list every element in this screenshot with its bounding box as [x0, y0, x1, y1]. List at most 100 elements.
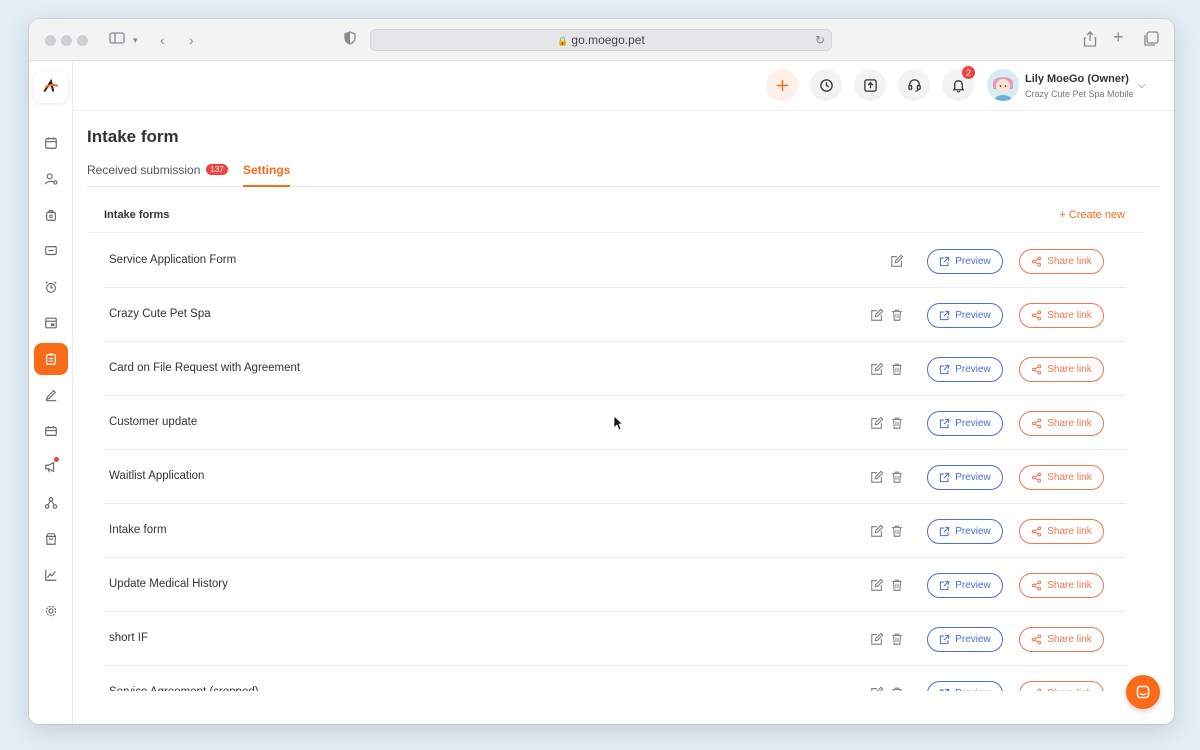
chat-launcher-button[interactable] — [1126, 675, 1160, 709]
form-name: Service Agreement (cropped) — [109, 686, 259, 691]
preview-button[interactable]: Preview — [927, 249, 1003, 274]
chart-line-icon — [45, 569, 57, 581]
sidebar-item-marketing[interactable] — [34, 451, 68, 483]
sidebar-item-agreements[interactable] — [34, 379, 68, 411]
shield-icon[interactable] — [344, 31, 356, 49]
headset-icon — [907, 78, 921, 92]
form-name: short IF — [109, 632, 148, 644]
sidebar-item-network[interactable] — [34, 487, 68, 519]
avatar[interactable] — [987, 69, 1019, 101]
notifications-button[interactable]: 2 — [942, 65, 976, 101]
share-link-button[interactable]: Share link — [1019, 573, 1104, 598]
bell-icon — [952, 79, 964, 92]
external-link-icon — [939, 472, 950, 483]
preview-label: Preview — [955, 256, 991, 267]
new-tab-icon[interactable]: + — [1113, 28, 1124, 46]
preview-button[interactable]: Preview — [927, 357, 1003, 382]
reload-icon[interactable]: ↻ — [815, 30, 825, 50]
support-button[interactable] — [898, 69, 930, 101]
close-window-button[interactable] — [45, 35, 56, 46]
share-icon — [1031, 634, 1042, 645]
share-link-button[interactable]: Share link — [1019, 519, 1104, 544]
trash-icon[interactable] — [890, 362, 904, 376]
preview-button[interactable]: Preview — [927, 411, 1003, 436]
trash-icon[interactable] — [890, 308, 904, 322]
edit-icon[interactable] — [870, 686, 884, 691]
share-link-button[interactable]: Share link — [1019, 465, 1104, 490]
minimize-window-button[interactable] — [61, 35, 72, 46]
sidebar-item-settings[interactable] — [34, 595, 68, 627]
edit-icon[interactable] — [870, 308, 884, 322]
preview-button[interactable]: Preview — [927, 627, 1003, 652]
edit-icon[interactable] — [870, 632, 884, 646]
trash-icon[interactable] — [890, 578, 904, 592]
sidebar-item-clients[interactable] — [34, 163, 68, 195]
tab-overview-icon[interactable] — [1143, 31, 1159, 51]
sidebar-item-messages[interactable] — [34, 235, 68, 267]
preview-button[interactable]: Preview — [927, 681, 1003, 691]
trash-icon[interactable] — [890, 524, 904, 538]
share-link-button[interactable]: Share link — [1019, 681, 1104, 691]
preview-label: Preview — [955, 688, 991, 691]
pen-icon — [45, 389, 57, 402]
user-name[interactable]: Lily MoeGo (Owner) — [1025, 73, 1129, 85]
chevron-down-icon[interactable]: ⌵ — [1138, 80, 1146, 91]
user-settings-icon — [44, 173, 58, 185]
add-button[interactable] — [766, 69, 798, 101]
sidebar-item-intake-forms[interactable] — [34, 343, 68, 375]
list-item: Card on File Request with Agreement Previ… — [104, 342, 1126, 396]
sidebar-item-lodging[interactable] — [34, 199, 68, 231]
back-arrow-icon[interactable]: ‹ — [160, 31, 165, 49]
clock-button[interactable] — [810, 69, 842, 101]
upload-button[interactable] — [854, 69, 886, 101]
chevron-down-icon[interactable]: ▾ — [133, 31, 138, 49]
share-link-button[interactable]: Share link — [1019, 411, 1104, 436]
share-label: Share link — [1047, 418, 1092, 429]
sidebar-item-reminders[interactable] — [34, 271, 68, 303]
sidebar-item-retail[interactable] — [34, 523, 68, 555]
address-bar[interactable]: 🔒 go.moego.pet ↻ — [370, 29, 832, 51]
share-label: Share link — [1047, 526, 1092, 537]
forward-arrow-icon[interactable]: › — [189, 31, 194, 49]
trash-icon[interactable] — [890, 686, 904, 691]
list-item: Waitlist Application Preview Share link — [104, 450, 1126, 504]
share-link-button[interactable]: Share link — [1019, 627, 1104, 652]
preview-button[interactable]: Preview — [927, 465, 1003, 490]
create-new-link[interactable]: + Create new — [1059, 209, 1125, 221]
form-name: Waitlist Application — [109, 470, 205, 482]
edit-icon[interactable] — [870, 362, 884, 376]
zoom-window-button[interactable] — [77, 35, 88, 46]
message-icon — [45, 246, 57, 256]
list-item: Service Application Form Preview Share lin… — [104, 234, 1126, 288]
sidebar-item-insights[interactable] — [34, 559, 68, 591]
list-item: Service Agreement (cropped) Preview Share … — [104, 666, 1126, 691]
edit-icon[interactable] — [870, 524, 884, 538]
sidebar-item-reports[interactable] — [34, 307, 68, 339]
moego-logo[interactable] — [34, 71, 68, 103]
share-link-button[interactable]: Share link — [1019, 249, 1104, 274]
sidebar-item-calendar[interactable] — [34, 127, 68, 159]
edit-icon[interactable] — [870, 416, 884, 430]
intake-forms-list: Service Application Form Preview Share lin… — [104, 234, 1126, 691]
trash-icon[interactable] — [890, 632, 904, 646]
external-link-icon — [939, 310, 950, 321]
sidebar-toggle-icon[interactable] — [109, 31, 125, 49]
share-link-button[interactable]: Share link — [1019, 303, 1104, 328]
tab-received-submission[interactable]: Received submission 137 — [87, 163, 228, 187]
preview-button[interactable]: Preview — [927, 519, 1003, 544]
sidebar-item-payroll[interactable] — [34, 415, 68, 447]
preview-button[interactable]: Preview — [927, 303, 1003, 328]
tab-settings[interactable]: Settings — [243, 163, 291, 187]
trash-icon[interactable] — [890, 416, 904, 430]
share-icon[interactable] — [1083, 31, 1097, 51]
trash-icon[interactable] — [890, 470, 904, 484]
submission-count-badge: 137 — [206, 164, 228, 175]
list-item: Intake form Preview Share link — [104, 504, 1126, 558]
edit-icon[interactable] — [870, 470, 884, 484]
share-link-button[interactable]: Share link — [1019, 357, 1104, 382]
card-title: Intake forms — [104, 209, 170, 221]
intake-forms-header: Intake forms + Create new — [87, 199, 1144, 233]
preview-button[interactable]: Preview — [927, 573, 1003, 598]
edit-icon[interactable] — [890, 254, 904, 268]
edit-icon[interactable] — [870, 578, 884, 592]
